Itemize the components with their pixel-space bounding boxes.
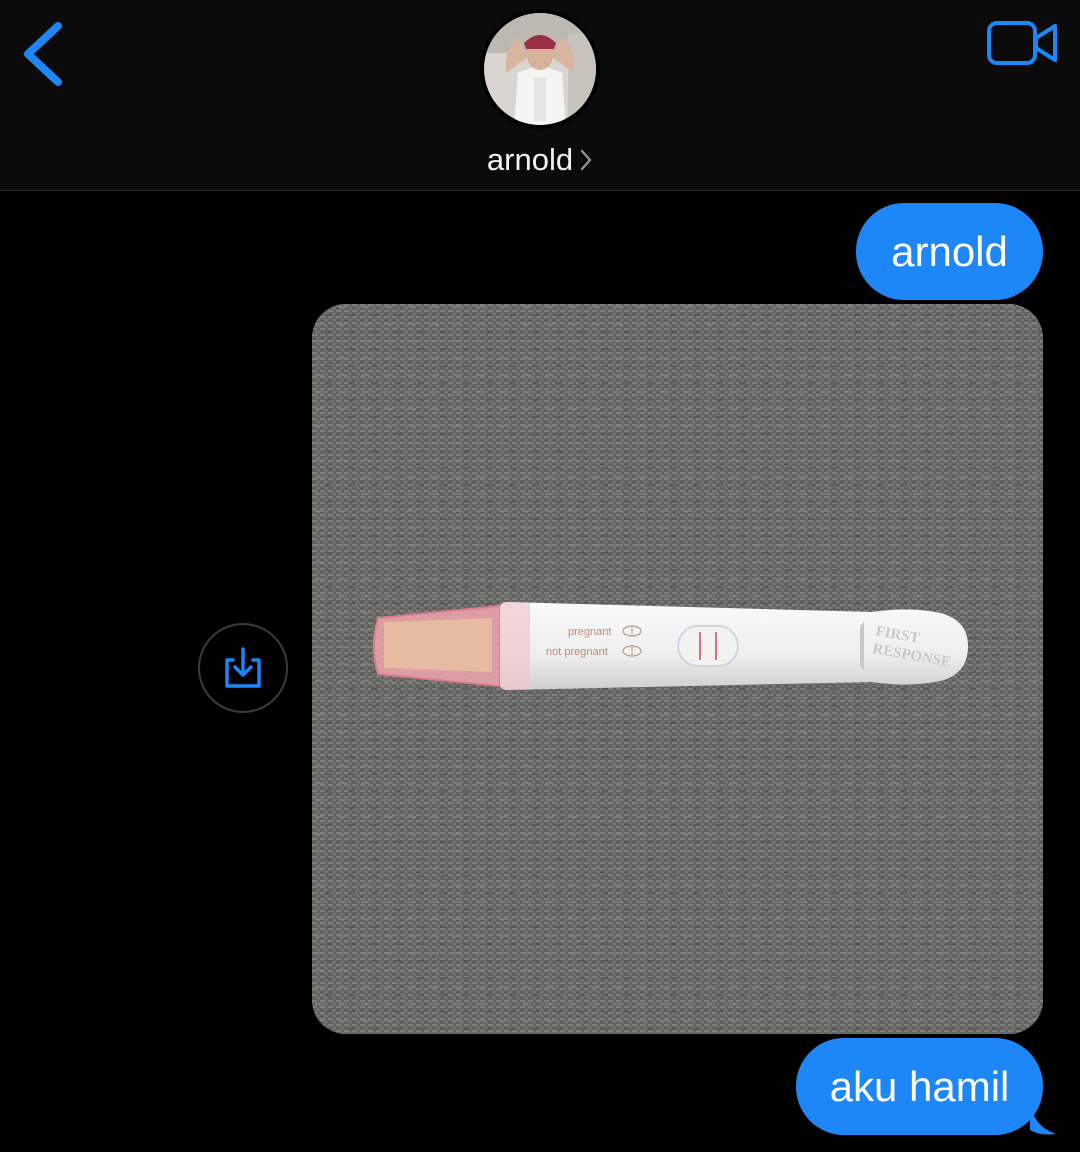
label-not-pregnant: not pregnant — [546, 646, 608, 658]
avatar-photo — [484, 13, 596, 125]
video-camera-icon — [987, 21, 1057, 65]
chevron-left-icon — [24, 22, 62, 86]
back-button[interactable] — [18, 18, 70, 88]
message-bubble-outgoing[interactable]: aku hamil — [796, 1038, 1043, 1135]
video-call-button[interactable] — [986, 18, 1060, 70]
save-image-button[interactable] — [198, 623, 288, 713]
conversation-header: arnold — [0, 0, 1080, 191]
message-text: arnold — [891, 227, 1008, 275]
bubble-tail — [1030, 1100, 1056, 1135]
image-message[interactable]: pregnant not pregnant FIRST RESPONSE — [312, 304, 1043, 1034]
message-text: aku hamil — [829, 1062, 1010, 1110]
contact-avatar[interactable] — [480, 9, 600, 129]
message-bubble-outgoing[interactable]: arnold — [856, 203, 1043, 300]
share-download-icon — [225, 647, 261, 688]
label-pregnant: pregnant — [568, 626, 611, 638]
contact-name-button[interactable]: arnold — [0, 140, 1080, 182]
chevron-right-icon — [579, 142, 593, 182]
pregnancy-test-photo: pregnant not pregnant FIRST RESPONSE — [312, 304, 1043, 1034]
contact-name: arnold — [486, 142, 574, 177]
